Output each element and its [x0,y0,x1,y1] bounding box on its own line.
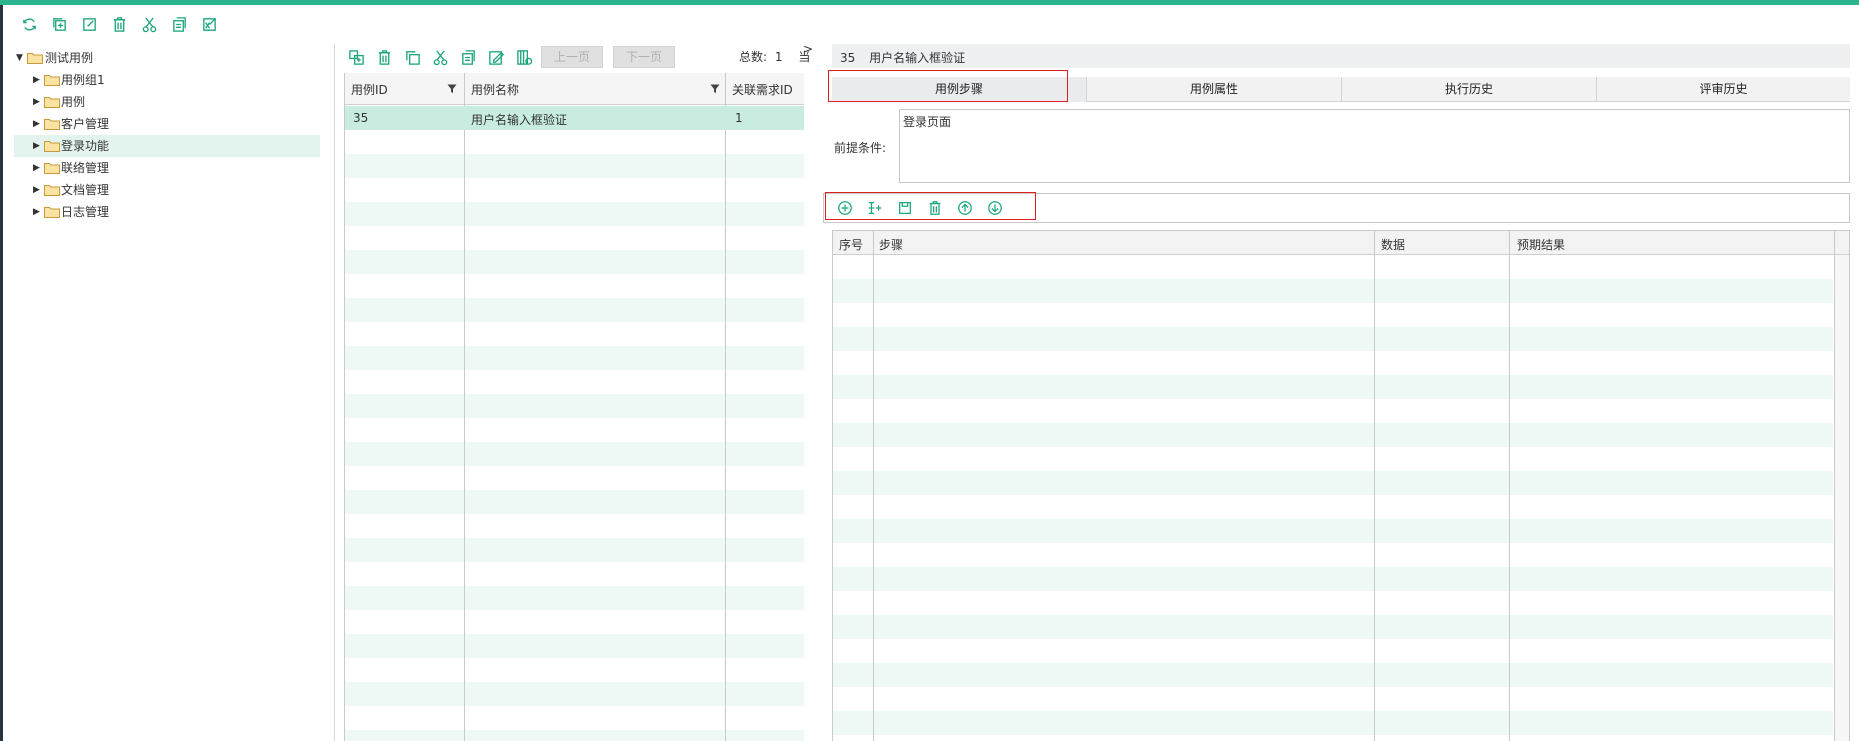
tree-item-cases[interactable]: ▶ 用例 [14,91,320,113]
grid-column-divider [1510,231,1835,741]
tab-properties[interactable]: 用例属性 [1087,77,1342,102]
precondition-value: 登录页面 [903,115,952,129]
highlight-box-tab [828,70,1068,102]
precondition-field[interactable]: 登录页面 [899,109,1850,183]
detail-title: 35 用户名输入框验证 [840,49,965,66]
folder-icon [44,119,60,130]
table-row[interactable]: 35 用户名输入框验证 1 [345,106,804,130]
tree-item-docs[interactable]: ▶ 文档管理 [14,179,320,201]
tree-item-customer[interactable]: ▶ 客户管理 [14,113,320,135]
panel-splitter[interactable] [334,44,335,741]
tree-item-case-group-1[interactable]: ▶ 用例组1 [14,69,320,91]
total-label: 总数: [739,50,768,64]
cell-req-id: 1 [735,111,743,125]
edit-doc-icon[interactable] [485,46,507,68]
tree-item-label: 用例组1 [61,73,105,87]
tree-item-contact[interactable]: ▶ 联络管理 [14,157,320,179]
expand-arrow-icon[interactable]: ▶ [33,185,43,195]
tree-item-label: 登录功能 [61,139,110,153]
main-toolbar [18,13,220,37]
tree-item-label: 用例 [61,95,86,109]
folder-icon [44,75,60,86]
folder-icon [44,97,60,108]
case-tree: ▼ 测试用例 ▶ 用例组1 ▶ 用例 ▶ 客户管理 ▶ 登录功能 ▶ 联络管理 [14,47,320,223]
expand-arrow-icon[interactable]: ▶ [33,163,43,173]
tab-review-history[interactable]: 评审历史 [1597,77,1850,102]
folder-icon [44,185,60,196]
paste-icon[interactable] [168,13,190,35]
expand-arrow-icon[interactable]: ▶ [33,207,43,217]
folder-icon [44,163,60,174]
delete-icon[interactable] [108,13,130,35]
expand-arrow-icon[interactable]: ▶ [33,97,43,107]
grid-column-divider [874,231,1375,741]
refresh-icon[interactable] [18,13,40,35]
top-accent-bar [0,0,1859,5]
detail-header: 35 用户名输入框验证 [832,44,1850,68]
next-page-button[interactable]: 下一页 [613,46,676,68]
tab-exec-history[interactable]: 执行历史 [1342,77,1597,102]
column-settings-icon[interactable] [513,46,535,68]
precondition-label: 前提条件: [834,141,887,155]
folder-icon [44,207,60,218]
tree-item-logs[interactable]: ▶ 日志管理 [14,201,320,223]
add-copy-icon[interactable] [48,13,70,35]
grid-column-divider [345,73,465,741]
copy-icon[interactable] [401,46,423,68]
edit-icon[interactable] [78,13,100,35]
highlight-box-toolbar [825,192,1036,220]
cell-case-name: 用户名输入框验证 [471,113,568,127]
collapse-arrow-icon[interactable]: ▼ [16,53,26,63]
breadcrumb-arrow: > [803,42,814,56]
grid-column-divider [465,73,726,741]
total-count: 总数: 1 当 [739,48,810,65]
tree-item-label: 联络管理 [61,161,110,175]
grid-column-divider [1375,231,1510,741]
steps-grid: 序号 步骤 数据 预期结果 [832,230,1850,741]
tree-item-label: 客户管理 [61,117,110,131]
prev-page-button[interactable]: 上一页 [541,46,604,68]
tree-root[interactable]: ▼ 测试用例 [14,47,320,69]
tree-item-login[interactable]: ▶ 登录功能 [14,135,320,157]
grid-column-divider [833,231,874,741]
folder-icon [27,53,43,64]
expand-arrow-icon[interactable]: ▶ [33,75,43,85]
tree-item-label: 日志管理 [61,205,110,219]
tree-root-label: 测试用例 [45,51,94,65]
tree-item-label: 文档管理 [61,183,110,197]
case-grid: 用例ID 用例名称 关联需求ID 35 用户名输入框验证 1 [344,73,804,741]
cut-icon[interactable] [429,46,451,68]
add-case-icon[interactable] [345,46,367,68]
delete-icon[interactable] [373,46,395,68]
detail-case-name: 用户名输入框验证 [869,51,966,65]
total-value: 1 [774,50,783,64]
folder-icon [44,141,60,152]
window-left-edge [0,5,3,741]
col-header-req-id[interactable]: 关联需求ID [732,81,793,98]
cell-case-id: 35 [353,111,369,125]
paste-icon[interactable] [457,46,479,68]
case-toolbar: 上一页 下一页 [345,45,676,69]
cut-icon[interactable] [138,13,160,35]
detail-case-id: 35 [840,51,856,65]
expand-arrow-icon[interactable]: ▶ [33,119,43,129]
expand-arrow-icon[interactable]: ▶ [33,141,43,151]
steps-scrollbar[interactable] [1835,255,1849,741]
export-icon[interactable] [198,13,220,35]
